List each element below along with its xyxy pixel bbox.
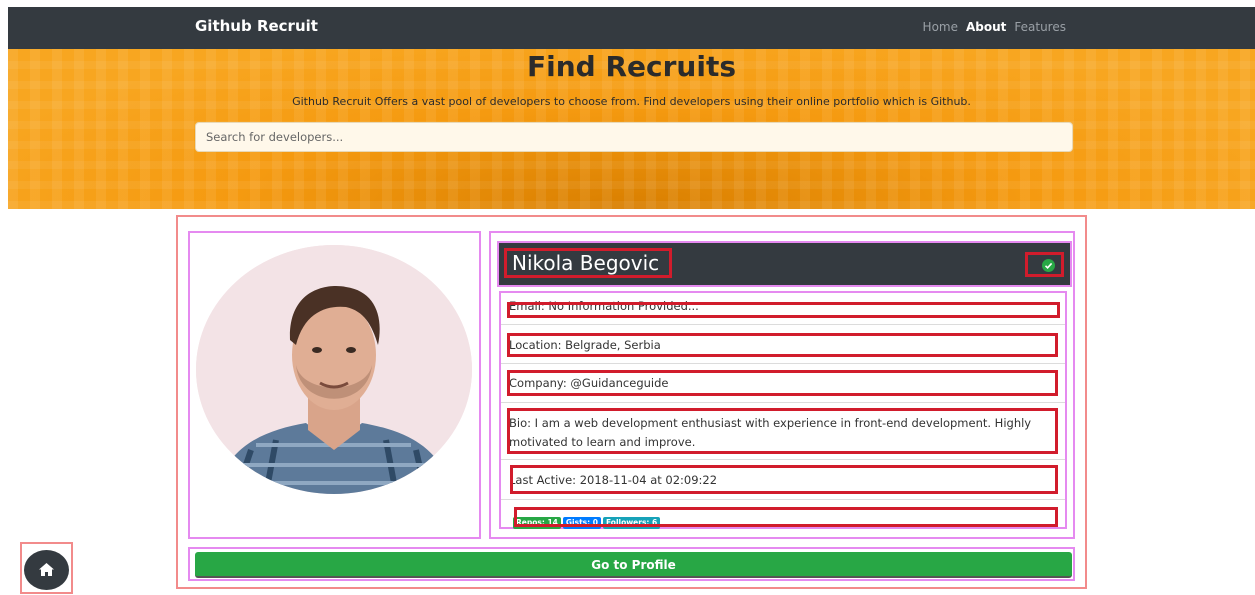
divider <box>501 402 1065 403</box>
nav-link-features[interactable]: Features <box>1014 20 1066 34</box>
name-highlight <box>504 248 672 278</box>
last-active-highlight <box>510 465 1058 494</box>
search-input[interactable] <box>195 122 1073 152</box>
nav-link-home[interactable]: Home <box>923 20 958 34</box>
home-button[interactable] <box>24 550 69 590</box>
nav-link-about[interactable]: About <box>966 20 1006 34</box>
hero-banner: Find Recruits Github Recruit Offers a va… <box>8 49 1255 209</box>
avatar <box>196 245 472 494</box>
brand-logo[interactable]: Github Recruit <box>195 17 318 35</box>
page-title: Find Recruits <box>527 50 736 83</box>
badges-highlight <box>514 507 1058 527</box>
profile-photo <box>196 245 472 494</box>
hero-subtitle: Github Recruit Offers a vast pool of dev… <box>292 95 971 108</box>
go-to-profile-button[interactable]: Go to Profile <box>195 552 1072 578</box>
divider <box>501 324 1065 325</box>
location-highlight <box>507 333 1058 357</box>
bio-highlight <box>507 408 1058 454</box>
nav-links: Home About Features <box>923 20 1066 34</box>
home-icon <box>39 563 54 576</box>
company-highlight <box>507 370 1058 396</box>
top-navbar: Github Recruit Home About Features <box>8 7 1255 49</box>
divider <box>501 363 1065 364</box>
divider <box>501 459 1065 460</box>
email-highlight <box>507 302 1060 318</box>
divider <box>501 499 1065 500</box>
verified-highlight <box>1025 252 1064 277</box>
